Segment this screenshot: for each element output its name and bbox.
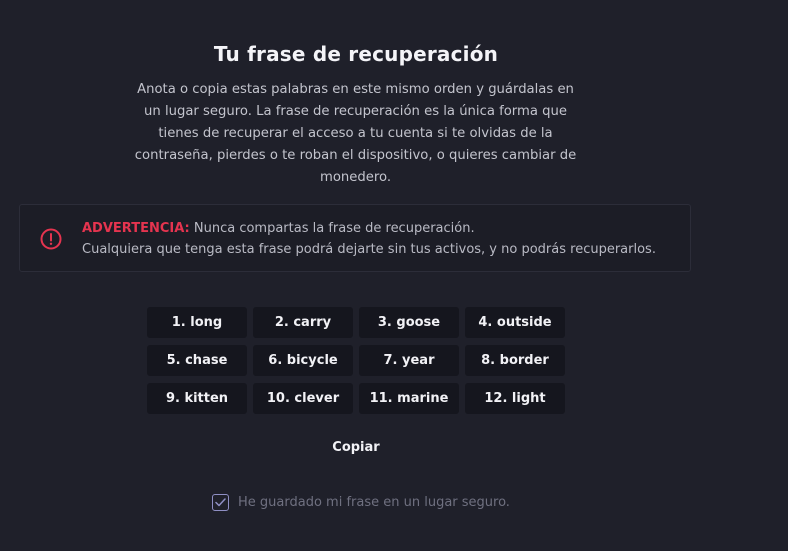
seed-word: 5. chase <box>147 345 247 376</box>
seed-word: 9. kitten <box>147 383 247 414</box>
seed-word: 10. clever <box>253 383 353 414</box>
seed-word: 4. outside <box>465 307 565 338</box>
seed-word: 3. goose <box>359 307 459 338</box>
warning-text: ADVERTENCIA: Nunca compartas la frase de… <box>82 218 686 260</box>
alert-circle-icon <box>40 228 62 250</box>
seed-word: 6. bicycle <box>253 345 353 376</box>
page-description: Anota o copia estas palabras en este mis… <box>134 82 577 185</box>
warning-label: ADVERTENCIA: <box>82 221 190 236</box>
warning-box: ADVERTENCIA: Nunca compartas la frase de… <box>19 204 691 272</box>
confirm-label[interactable]: He guardado mi frase en un lugar seguro. <box>238 495 510 510</box>
confirm-row[interactable]: He guardado mi frase en un lugar seguro. <box>212 492 510 512</box>
seed-word: 12. light <box>465 383 565 414</box>
checkmark-icon <box>215 497 226 506</box>
seed-word: 8. border <box>465 345 565 376</box>
seed-word: 2. carry <box>253 307 353 338</box>
seed-word: 1. long <box>147 307 247 338</box>
warning-line-1: Nunca compartas la frase de recuperación… <box>193 221 475 236</box>
seed-word: 11. marine <box>359 383 459 414</box>
warning-line-2: Cualquiera que tenga esta frase podrá de… <box>82 242 656 257</box>
page-title: Tu frase de recuperación <box>213 42 499 66</box>
copy-button[interactable]: Copiar <box>316 436 396 458</box>
confirm-checkbox[interactable] <box>212 493 229 511</box>
seed-word: 7. year <box>359 345 459 376</box>
seed-phrase-grid: 1. long 2. carry 3. goose 4. outside 5. … <box>147 307 565 414</box>
